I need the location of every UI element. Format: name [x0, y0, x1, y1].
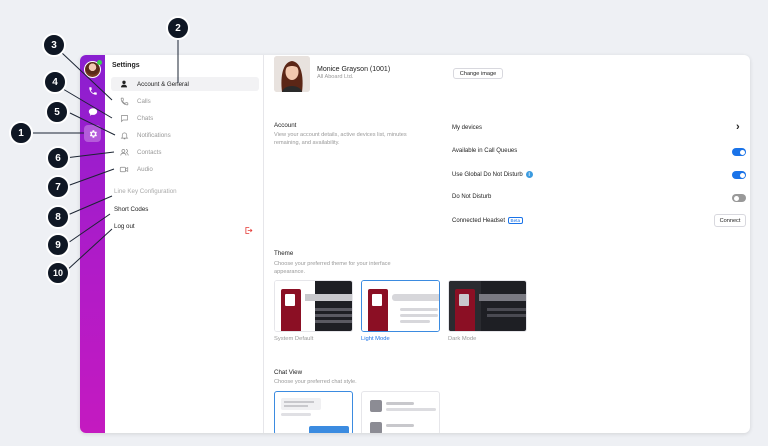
callout-7: 7: [46, 175, 70, 199]
callout-5: 5: [45, 100, 69, 124]
callout-1: 1: [9, 121, 33, 145]
callout-2: 2: [166, 16, 190, 40]
callout-leader-lines: [31, 39, 179, 273]
callout-6: 6: [46, 146, 70, 170]
callout-3: 3: [42, 33, 66, 57]
callout-9: 9: [46, 233, 70, 257]
callout-8: 8: [46, 205, 70, 229]
callout-4: 4: [43, 70, 67, 94]
callout-10: 10: [46, 261, 70, 285]
